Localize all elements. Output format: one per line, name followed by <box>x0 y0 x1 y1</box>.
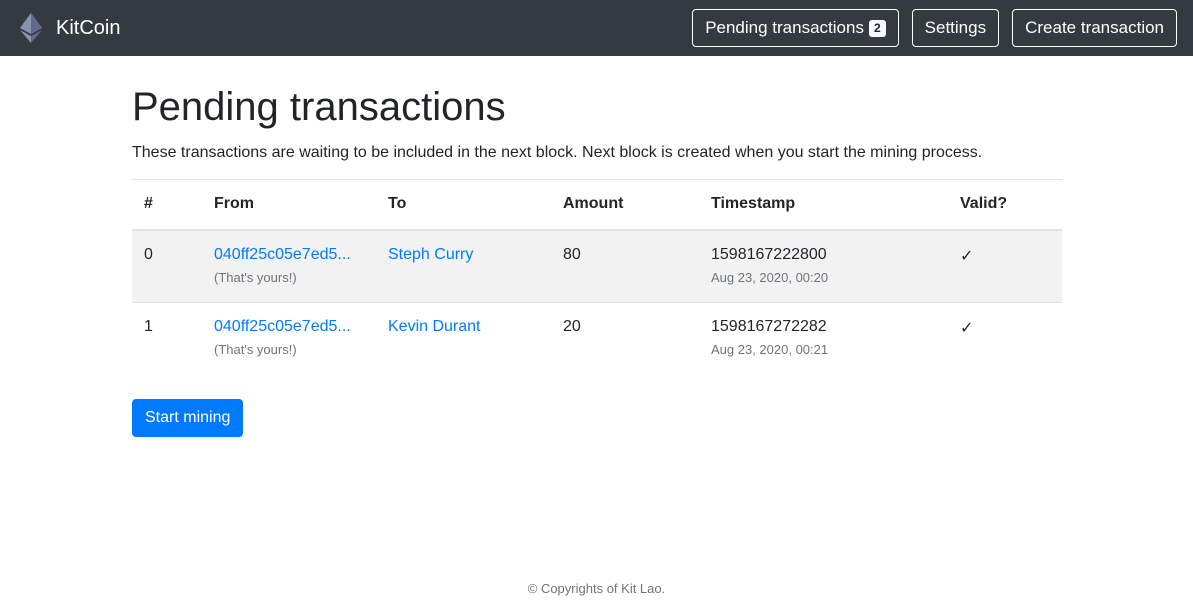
from-note: (That's yours!) <box>214 269 297 285</box>
brand-name: KitCoin <box>56 16 121 39</box>
table-row: 0 040ff25c05e7ed5... (That's yours!) Ste… <box>132 229 1062 303</box>
page-description: These transactions are waiting to be inc… <box>132 144 983 161</box>
from-note: (That's yours!) <box>214 342 297 357</box>
table-row: 1 040ff25c05e7ed5... (That's yours!) Kev… <box>132 302 1062 376</box>
transactions-table: # From To Amount Timestamp Valid? 0 040f… <box>132 179 1062 376</box>
row-index: 0 <box>132 229 202 303</box>
row-amount: 20 <box>551 302 699 376</box>
header-timestamp: Timestamp <box>699 179 948 231</box>
header-from: From <box>202 179 376 231</box>
to-address-link[interactable]: Steph Curry <box>388 246 473 263</box>
row-date: Aug 23, 2020, 00:20 <box>711 269 829 285</box>
row-timestamp: 1598167272282 <box>711 318 827 335</box>
row-to-cell: Steph Curry <box>376 229 551 303</box>
header-amount: Amount <box>551 179 699 231</box>
row-index: 1 <box>132 302 202 376</box>
start-mining-button[interactable]: Start mining <box>132 398 244 437</box>
row-timestamp: 1598167222800 <box>711 245 827 263</box>
to-address-link[interactable]: Kevin Durant <box>388 318 481 335</box>
row-from-cell: 040ff25c05e7ed5... (That's yours!) <box>202 229 376 303</box>
valid-check-icon: ✓ <box>948 302 1062 376</box>
row-timestamp-cell: 1598167222800 Aug 23, 2020, 00:20 <box>699 229 948 303</box>
header-index: # <box>132 179 202 231</box>
footer: © Copyrights of Kit Lao. <box>0 581 1193 596</box>
pending-count-badge: 2 <box>868 19 886 37</box>
from-address-link[interactable]: 040ff25c05e7ed5... <box>214 318 362 336</box>
row-from-cell: 040ff25c05e7ed5... (That's yours!) <box>202 302 376 376</box>
row-timestamp-cell: 1598167272282 Aug 23, 2020, 00:21 <box>699 302 948 376</box>
row-amount: 80 <box>551 229 699 303</box>
header-to: To <box>376 179 551 231</box>
from-address-link[interactable]: 040ff25c05e7ed5... <box>214 246 362 264</box>
pending-transactions-label: Pending transactions <box>705 18 864 37</box>
valid-check-icon: ✓ <box>948 229 1062 303</box>
pending-transactions-button[interactable]: Pending transactions 2 <box>692 9 899 47</box>
brand-link[interactable]: KitCoin <box>20 13 120 43</box>
footer-text: © Copyrights of Kit Lao. <box>527 581 666 596</box>
row-to-cell: Kevin Durant <box>376 302 551 376</box>
ethereum-logo-icon <box>20 13 42 43</box>
row-date: Aug 23, 2020, 00:21 <box>711 342 829 357</box>
page-title: Pending transactions <box>132 85 506 129</box>
table-header-row: # From To Amount Timestamp Valid? <box>132 179 1062 231</box>
settings-button[interactable]: Settings <box>911 9 1000 47</box>
create-transaction-button[interactable]: Create transaction <box>1012 9 1177 47</box>
main-content: Pending transactions These transactions … <box>132 84 1062 437</box>
nav-actions: Pending transactions 2 Settings Create t… <box>692 9 1177 47</box>
header-valid: Valid? <box>948 179 1062 231</box>
top-navbar: KitCoin Pending transactions 2 Settings … <box>0 0 1193 56</box>
